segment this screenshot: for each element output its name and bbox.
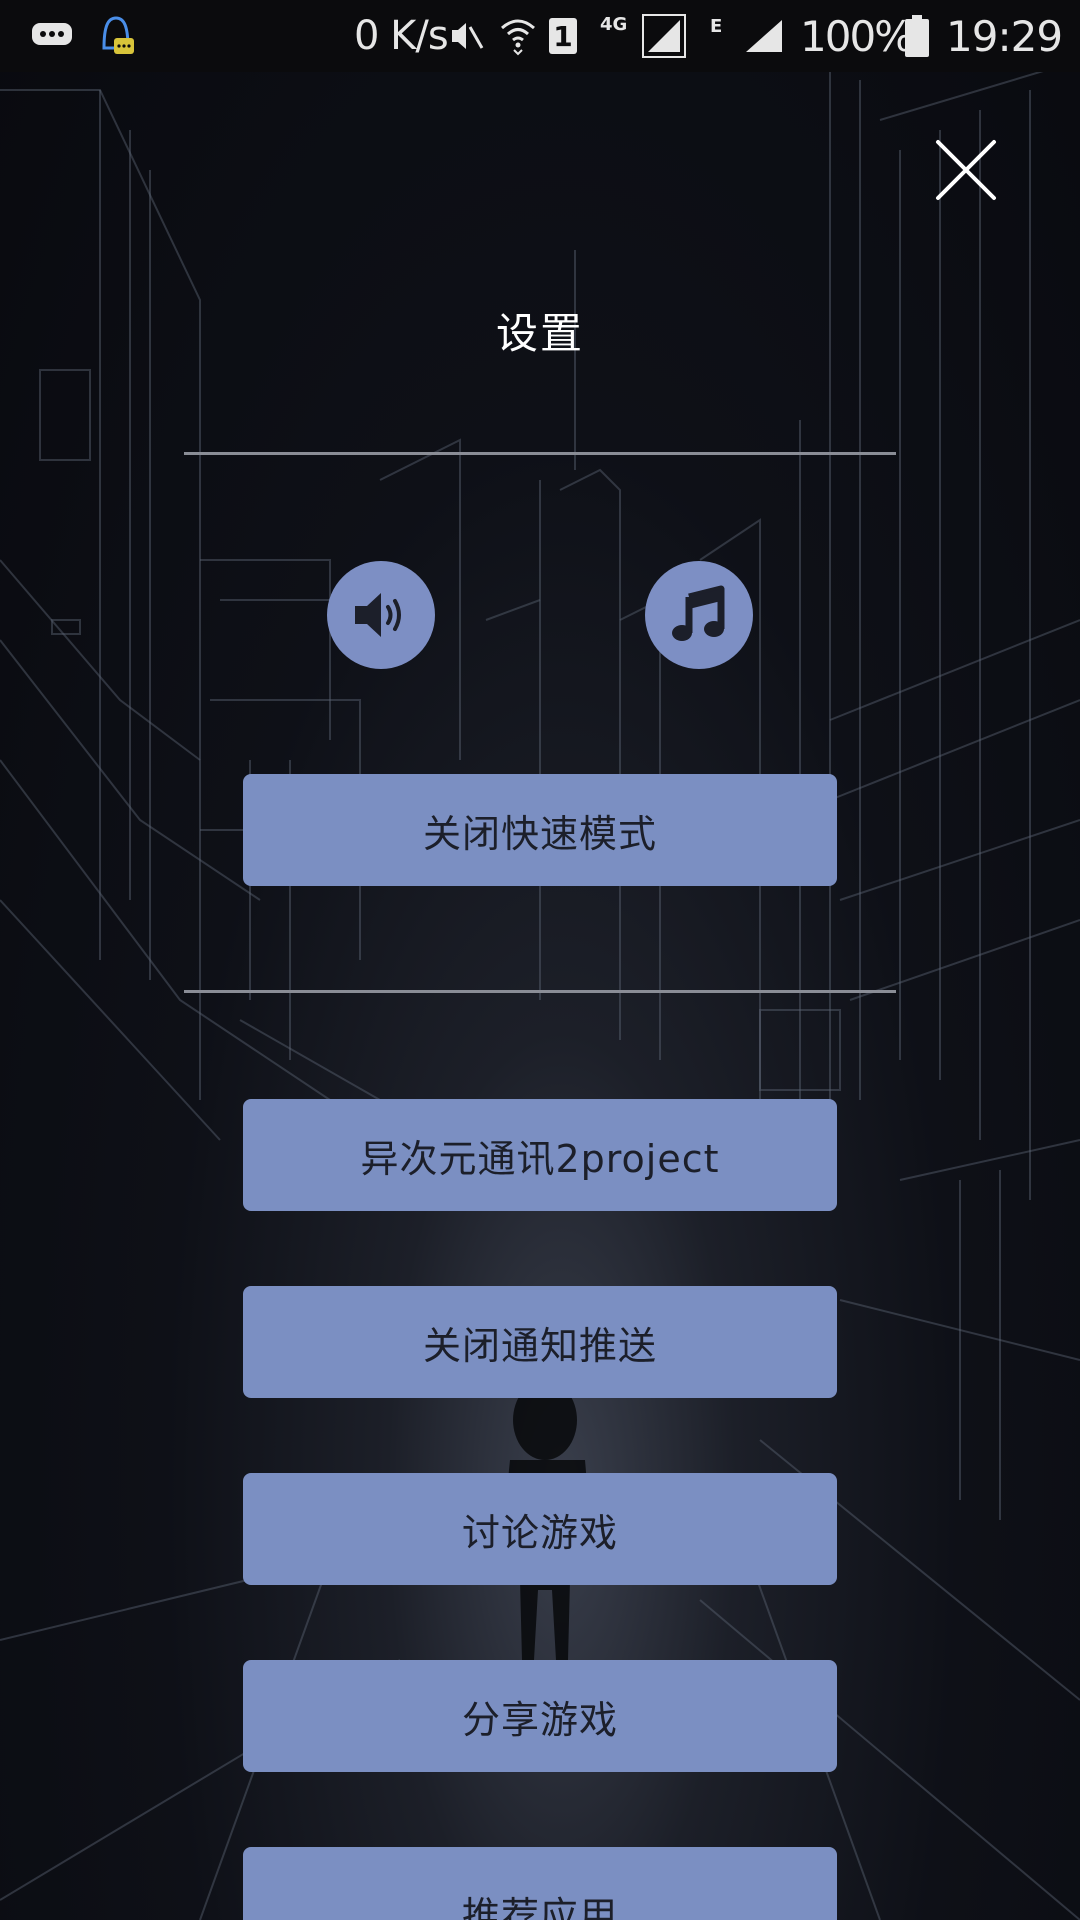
quick-mode-button[interactable]: 关闭快速模式: [243, 774, 837, 886]
sim-slot-number: 1: [553, 19, 573, 53]
battery-icon: [904, 0, 930, 72]
wifi-icon: [500, 0, 536, 72]
signal-icon: [642, 0, 686, 72]
settings-screen: 0 K/s 1 4G E 100% 19:29 设置 关闭快速模式 异次元通讯2…: [0, 0, 1080, 1920]
music-toggle-button[interactable]: [645, 561, 753, 669]
clock: 19:29: [946, 11, 1063, 61]
network-speed: 0 K/s: [354, 13, 449, 59]
music-note-icon: [672, 585, 725, 641]
network-type-label: 4G: [600, 14, 628, 35]
project-link-button[interactable]: 异次元通讯2project: [243, 1099, 837, 1211]
speaker-icon: [355, 593, 401, 637]
signal-strength-icon: [744, 0, 784, 72]
sound-toggle-button[interactable]: [327, 561, 435, 669]
close-icon: [936, 140, 996, 200]
message-icon: [30, 0, 74, 72]
recommend-apps-button[interactable]: 推荐应用: [243, 1847, 837, 1920]
divider: [184, 990, 896, 993]
divider: [184, 452, 896, 455]
share-game-button[interactable]: 分享游戏: [243, 1660, 837, 1772]
network-secondary-label: E: [710, 16, 723, 37]
close-button[interactable]: [930, 134, 1002, 206]
notification-toggle-button[interactable]: 关闭通知推送: [243, 1286, 837, 1398]
qq-notification-icon: [96, 0, 136, 72]
city-background-illustration: [0, 59, 1080, 1920]
battery-percent: 100%: [800, 11, 914, 61]
status-bar: 0 K/s 1 4G E 100% 19:29: [0, 0, 1080, 72]
discuss-game-button[interactable]: 讨论游戏: [243, 1473, 837, 1585]
page-title: 设置: [495, 309, 584, 358]
mute-icon: [448, 0, 484, 72]
